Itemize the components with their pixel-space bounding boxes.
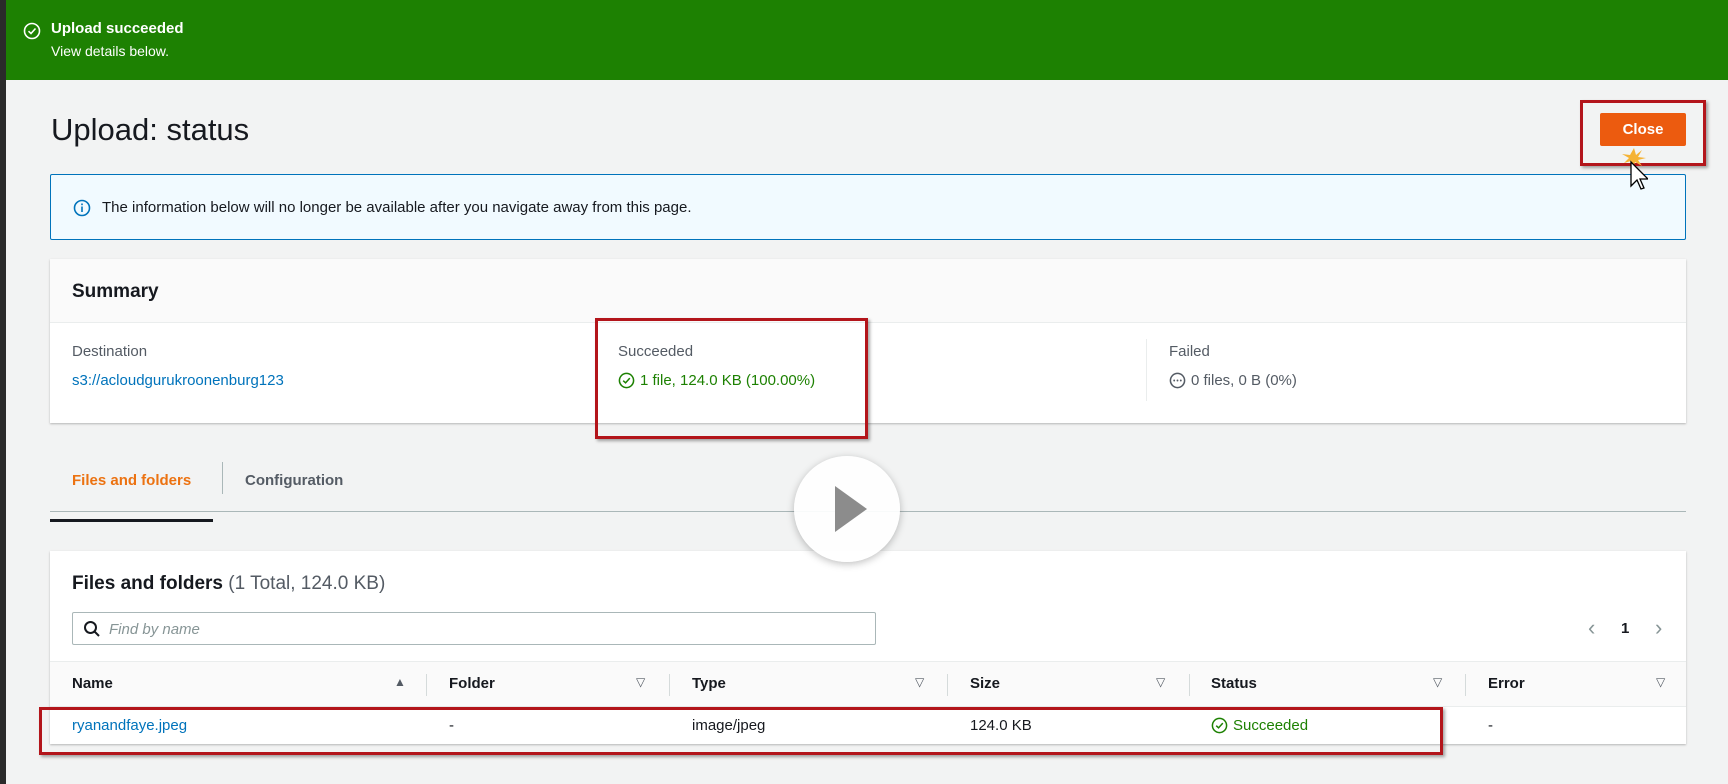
files-title: Files and folders [72,573,223,594]
column-separator [947,674,948,696]
chevron-right-icon: › [1655,615,1663,640]
next-page-button[interactable]: › [1655,617,1662,639]
sort-icon[interactable]: ▽ [636,675,645,689]
page-number[interactable]: 1 [1621,620,1629,637]
cell-error: - [1488,717,1493,734]
info-alert: The information below will no longer be … [50,174,1686,240]
col-header-error[interactable]: Error [1488,675,1525,692]
table-row: ryanandfaye.jpeg - image/jpeg 124.0 KB S… [50,707,1686,744]
check-circle-icon [1211,717,1228,734]
cell-type: image/jpeg [692,717,766,734]
destination-column: Destination s3://acloudgurukroonenburg12… [72,343,284,389]
column-separator [1465,674,1466,696]
failed-value: 0 files, 0 B (0%) [1191,372,1297,389]
succeeded-value: 1 file, 124.0 KB (100.00%) [640,372,816,389]
failed-label: Failed [1169,343,1210,360]
table-header: Name ▲ Folder ▽ Type ▽ Size ▽ Status ▽ E… [50,661,1686,707]
close-button[interactable]: Close [1600,113,1686,146]
video-play-button[interactable] [794,456,900,562]
succeeded-value-row: 1 file, 124.0 KB (100.00%) [618,372,815,389]
destination-label: Destination [72,343,148,360]
cell-status: Succeeded [1211,717,1308,734]
success-flash-banner: Upload succeeded View details below. [6,0,1728,80]
summary-panel: Summary Destination s3://acloudgurukroon… [50,259,1686,423]
tab-configuration[interactable]: Configuration [223,472,365,510]
app-frame: Upload succeeded View details below. Upl… [6,0,1728,784]
column-separator [1189,674,1190,696]
cell-size: 124.0 KB [970,717,1032,734]
column-divider [1146,339,1147,401]
search-box [72,612,876,645]
failed-column: Failed 0 files, 0 B (0%) [1169,343,1297,389]
files-panel: Files and folders (1 Total, 124.0 KB) ‹ … [50,551,1686,744]
cell-folder: - [449,717,454,734]
flash-title: Upload succeeded [51,20,184,37]
prev-page-button[interactable]: ‹ [1588,617,1595,639]
search-icon [84,621,100,637]
sort-icon[interactable]: ▽ [1656,675,1665,689]
col-header-size[interactable]: Size [970,675,1000,692]
check-circle-icon [618,372,635,389]
col-header-type[interactable]: Type [692,675,726,692]
sort-ascending-icon[interactable]: ▲ [394,675,406,689]
files-count: (1 Total, 124.0 KB) [228,573,386,594]
destination-link[interactable]: s3://acloudgurukroonenburg123 [72,372,284,389]
col-header-name[interactable]: Name [72,675,113,692]
file-name-link[interactable]: ryanandfaye.jpeg [72,717,187,734]
summary-title: Summary [50,259,1686,323]
mouse-cursor-icon [1622,148,1648,190]
sort-icon[interactable]: ▽ [1156,675,1165,689]
col-header-status[interactable]: Status [1211,675,1257,692]
status-text: Succeeded [1233,717,1309,734]
tab-files-and-folders[interactable]: Files and folders [50,472,214,522]
failed-value-row: 0 files, 0 B (0%) [1169,372,1297,389]
flash-subtitle: View details below. [51,43,170,59]
check-circle-icon [23,22,41,40]
chevron-left-icon: ‹ [1588,615,1596,640]
column-separator [426,674,427,696]
files-heading: Files and folders (1 Total, 124.0 KB) [72,573,385,595]
page-title: Upload: status [51,112,250,147]
sort-icon[interactable]: ▽ [1433,675,1442,689]
succeeded-label: Succeeded [618,343,694,360]
col-header-folder[interactable]: Folder [449,675,495,692]
info-icon [73,199,91,217]
column-separator [669,674,670,696]
ellipsis-circle-icon [1169,372,1186,389]
play-icon [835,486,867,532]
succeeded-column: Succeeded 1 file, 124.0 KB (100.00%) [618,343,815,389]
search-input[interactable] [109,618,849,640]
sort-icon[interactable]: ▽ [915,675,924,689]
info-text: The information below will no longer be … [102,199,692,216]
